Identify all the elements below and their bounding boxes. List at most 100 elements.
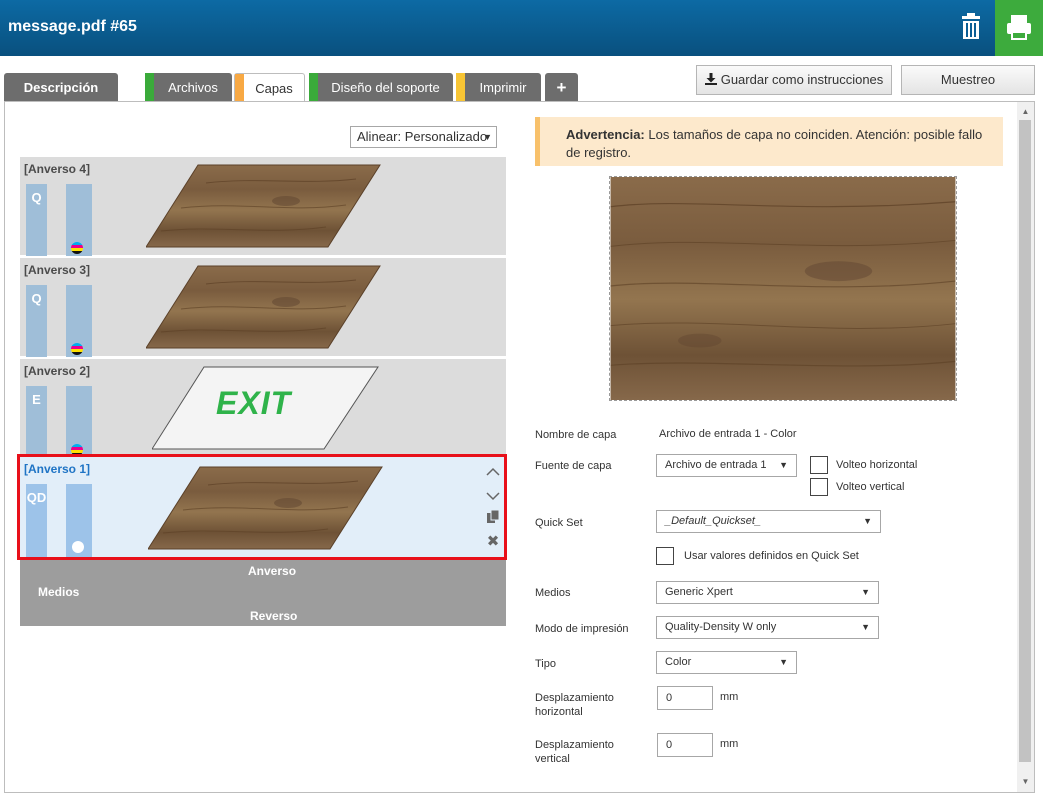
layer-source-label: Fuente de capa xyxy=(535,460,612,472)
add-tab-button[interactable]: + xyxy=(545,73,578,102)
chevron-down-icon xyxy=(486,492,500,501)
print-mode-select[interactable]: Quality-Density W only ▼ xyxy=(656,616,879,639)
tab-label: Archivos xyxy=(168,80,218,95)
offset-vertical-input[interactable]: 0 xyxy=(657,733,713,757)
tab-label: Imprimir xyxy=(479,80,527,95)
move-layer-down-button[interactable] xyxy=(484,487,502,505)
trash-icon xyxy=(962,13,980,39)
delete-button[interactable] xyxy=(950,8,992,48)
layer-item-anverso-2[interactable]: [Anverso 2] E EXIT xyxy=(20,359,506,459)
offset-horizontal-value: 0 xyxy=(666,692,673,704)
layer-thumbnail-wood xyxy=(148,466,383,550)
print-button[interactable] xyxy=(995,0,1043,56)
layer-item-anverso-1[interactable]: [Anverso 1] QD ✖ xyxy=(17,454,507,560)
duplicate-layer-button[interactable] xyxy=(484,509,502,528)
layer-source-select[interactable]: Archivo de entrada 1 ▼ xyxy=(656,454,797,477)
layer-mode: Q xyxy=(31,190,42,205)
vertical-scrollbar[interactable]: ▲ ▼ xyxy=(1017,102,1034,792)
delete-layer-button[interactable]: ✖ xyxy=(484,533,502,551)
offset-vertical-value: 0 xyxy=(666,739,673,751)
align-select-value: Alinear: Personalizado xyxy=(357,129,488,144)
save-instructions-button[interactable]: Guardar como instrucciones xyxy=(696,65,892,95)
layer-name: [Anverso 4] xyxy=(24,162,91,176)
layer-mode-bar: E xyxy=(26,386,47,458)
sample-button[interactable]: Muestreo xyxy=(901,65,1035,95)
type-select[interactable]: Color ▼ xyxy=(656,651,797,674)
layer-mode-bar: Q xyxy=(26,184,47,256)
offset-horizontal-label: Desplazamiento horizontal xyxy=(535,692,614,718)
scroll-up-icon[interactable]: ▲ xyxy=(1017,104,1034,120)
scrollbar-thumb[interactable] xyxy=(1019,120,1031,762)
sample-label: Muestreo xyxy=(940,72,996,87)
flip-vertical-label: Volteo vertical xyxy=(836,481,905,493)
quick-set-label: Quick Set xyxy=(535,517,583,529)
chevron-down-icon: ▼ xyxy=(779,460,788,470)
type-label: Tipo xyxy=(535,658,556,670)
cmyk-ink-icon xyxy=(71,242,83,254)
tab-descripcion[interactable]: Descripción xyxy=(4,73,118,102)
tab-status-marker xyxy=(145,73,154,102)
layer-source-value: Archivo de entrada 1 xyxy=(665,459,767,471)
media-value: Generic Xpert xyxy=(665,586,733,598)
quick-set-select[interactable]: _Default_Quickset_ ▼ xyxy=(656,510,881,533)
use-quickset-checkbox[interactable] xyxy=(656,547,674,565)
tab-label: Diseño del soporte xyxy=(331,80,440,95)
layer-name: [Anverso 2] xyxy=(24,364,91,378)
tab-archivos[interactable]: Archivos xyxy=(145,73,232,102)
layer-thumbnail-wood xyxy=(146,265,381,349)
tab-status-marker xyxy=(456,73,465,102)
close-icon: ✖ xyxy=(486,533,500,550)
offset-vertical-unit: mm xyxy=(720,738,739,750)
layer-mode-bar: QD xyxy=(26,484,47,557)
layer-preview-image xyxy=(609,176,957,401)
tab-capas[interactable]: Capas xyxy=(234,73,305,103)
flip-horizontal-label: Volteo horizontal xyxy=(836,459,918,471)
chevron-down-icon: ▼ xyxy=(861,587,870,597)
layer-mode: QD xyxy=(26,490,47,505)
layer-item-anverso-3[interactable]: [Anverso 3] Q xyxy=(20,258,506,358)
layer-name-label: Nombre de capa xyxy=(535,429,617,441)
move-layer-up-button[interactable] xyxy=(484,463,502,481)
chevron-down-icon: ▼ xyxy=(863,516,872,526)
cmyk-ink-icon xyxy=(71,343,83,355)
media-back-label[interactable]: Reverso xyxy=(250,609,297,623)
tab-label: Descripción xyxy=(23,80,99,95)
flip-horizontal-checkbox[interactable] xyxy=(810,456,828,474)
offset-horizontal-input[interactable]: 0 xyxy=(657,686,713,710)
warning-title: Advertencia: xyxy=(566,127,645,142)
white-ink-icon xyxy=(72,541,84,553)
offset-vertical-label: Desplazamiento vertical xyxy=(535,739,614,765)
tab-status-marker xyxy=(235,74,244,103)
download-icon xyxy=(704,73,717,85)
chevron-down-icon: ▼ xyxy=(861,622,870,632)
printer-icon xyxy=(1007,15,1031,40)
layer-mode: E xyxy=(32,392,41,407)
offset-horizontal-unit: mm xyxy=(720,691,739,703)
scroll-down-icon[interactable]: ▼ xyxy=(1017,774,1034,790)
window-title: message.pdf #65 xyxy=(8,18,137,35)
media-front-label[interactable]: Anverso xyxy=(248,564,296,578)
media-select[interactable]: Generic Xpert ▼ xyxy=(656,581,879,604)
tab-diseno-del-soporte[interactable]: Diseño del soporte xyxy=(309,73,453,102)
tab-status-marker xyxy=(309,73,318,102)
media-strip: Anverso Medios Reverso xyxy=(20,560,506,626)
align-select[interactable]: Alinear: Personalizado ▼ xyxy=(350,126,497,148)
copy-icon xyxy=(487,509,500,523)
type-value: Color xyxy=(665,656,692,668)
print-mode-value: Quality-Density W only xyxy=(665,621,777,633)
layer-thumbnail-wood xyxy=(146,164,381,248)
quick-set-value: _Default_Quickset_ xyxy=(665,515,761,527)
layer-mode: Q xyxy=(31,291,42,306)
tab-bar: Descripción Archivos Capas Diseño del so… xyxy=(0,56,1043,103)
warning-banner: Advertencia: Los tamaños de capa no coin… xyxy=(535,117,1003,166)
exit-sign-text: EXIT xyxy=(216,385,292,421)
media-label: Medios xyxy=(38,585,80,599)
layer-name: [Anverso 1] xyxy=(24,462,91,476)
chevron-down-icon: ▼ xyxy=(779,657,788,667)
flip-vertical-checkbox[interactable] xyxy=(810,478,828,496)
layer-item-anverso-4[interactable]: [Anverso 4] Q xyxy=(20,157,506,257)
layer-name-value: Archivo de entrada 1 - Color xyxy=(659,428,797,440)
media-field-label: Medios xyxy=(535,587,571,599)
title-bar: message.pdf #65 xyxy=(0,0,1043,56)
tab-imprimir[interactable]: Imprimir xyxy=(456,73,541,102)
